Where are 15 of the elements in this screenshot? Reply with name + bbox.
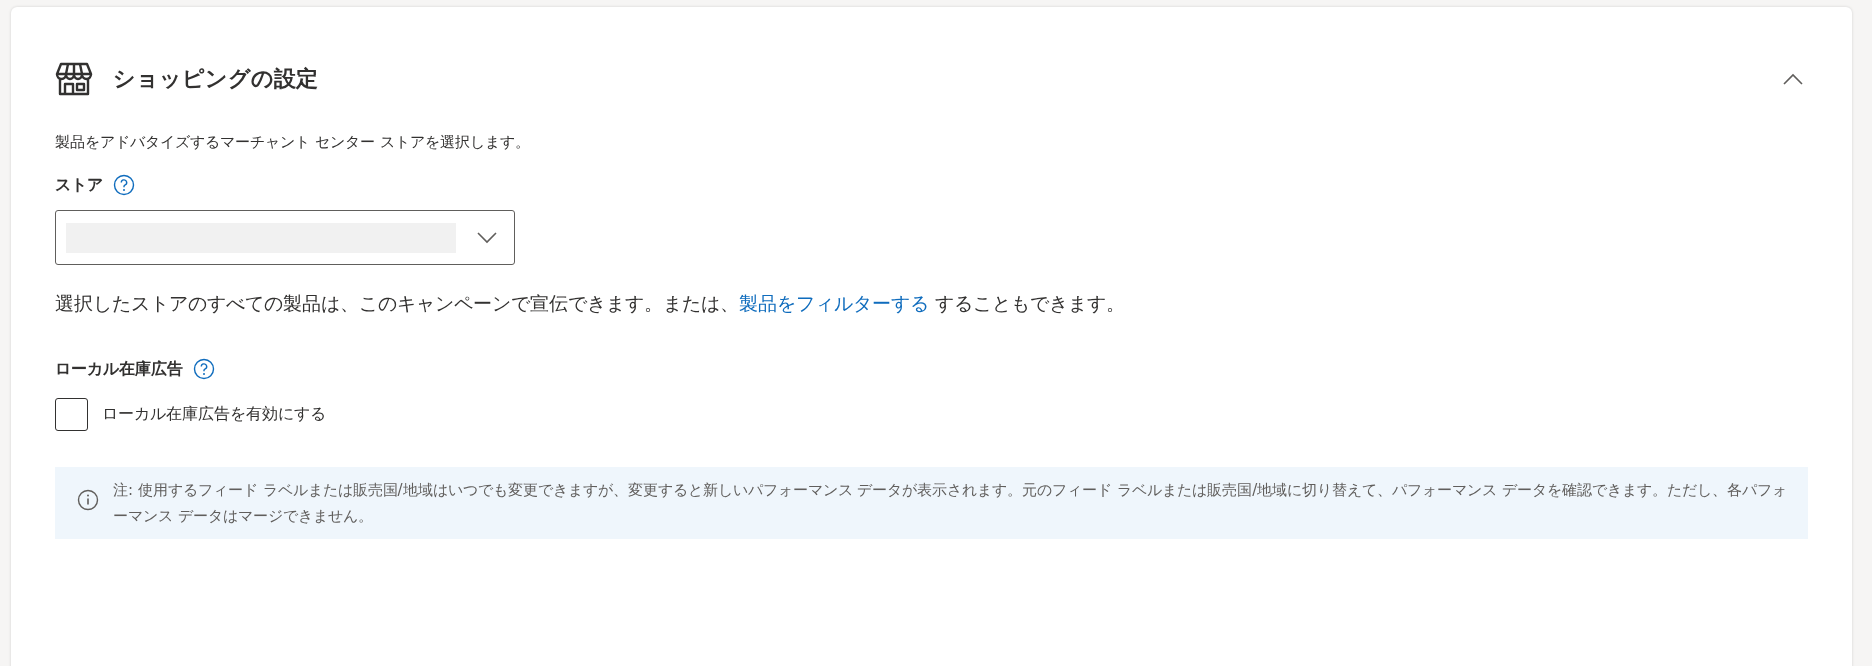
checkbox[interactable] [55,398,88,431]
section-title: ショッピングの設定 [113,65,318,93]
chevron-down-icon [476,231,498,244]
description-text: 製品をアドバタイズするマーチャント センター ストアを選択します。 [55,133,531,152]
field-label: ストア [55,174,103,196]
checkbox-label: ローカル在庫広告を有効にする [102,404,326,425]
filter-products-link[interactable]: 製品をフィルターする [739,293,929,314]
info-icon [77,489,99,511]
store-icon [55,60,93,98]
field-label: ローカル在庫広告 [55,358,183,380]
store-note-text: 選択したストアのすべての製品は、このキャンペーンで宣伝できます。または、製品をフィルターする することもできます。 [55,292,1126,316]
store-dropdown[interactable] [55,210,515,265]
help-icon[interactable] [113,174,135,196]
info-text: 注: 使用するフィード ラベルまたは販売国/地域はいつでも変更できますが、変更すると新しいパフォーマンス データが表示されます。元のフィード ラベルまたは販売国/地域に切り替えて、パフォーマンス データを確認できます。ただし、各パフォーマンス データはマージできません。 [113,480,1788,527]
help-icon[interactable] [193,358,215,380]
